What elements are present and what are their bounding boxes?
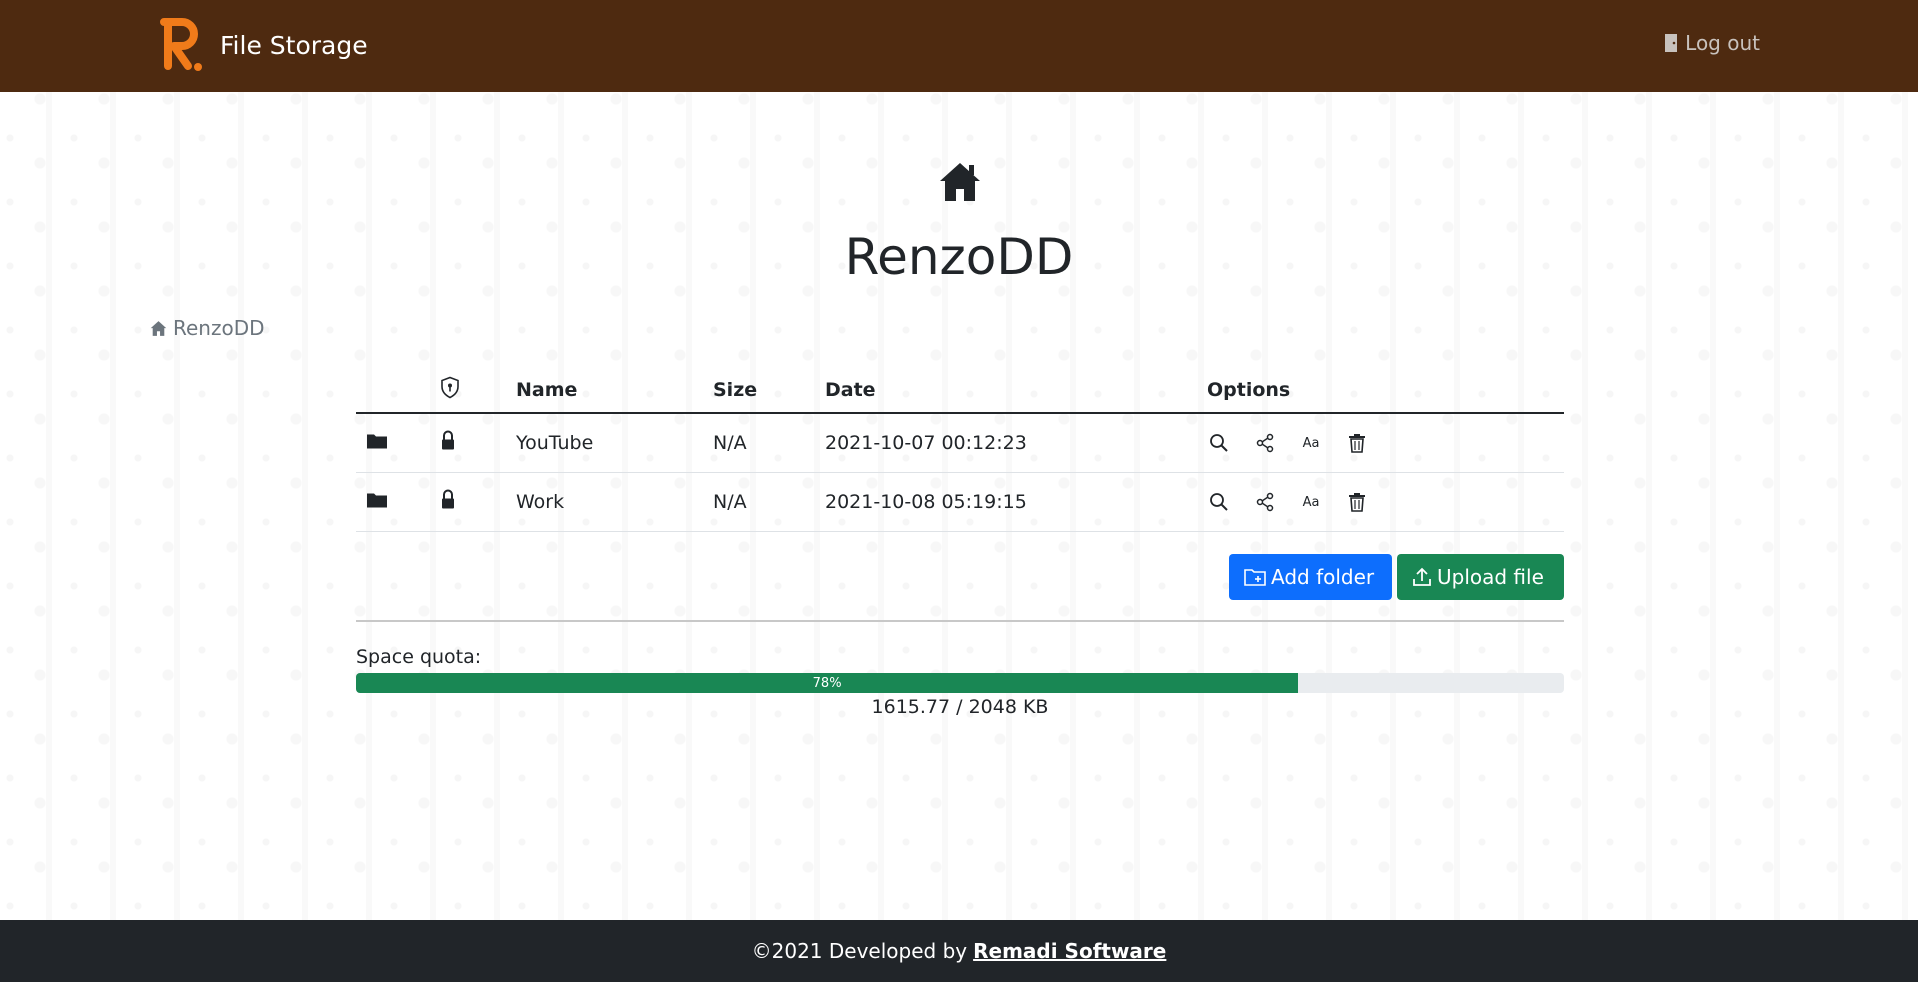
file-date: 2021-10-07 00:12:23 <box>825 432 1027 454</box>
brand-title: File Storage <box>220 30 368 60</box>
add-folder-label: Add folder <box>1271 565 1375 589</box>
quota-label: Space quota: <box>356 646 482 668</box>
file-size: N/A <box>713 432 747 454</box>
folder-plus-icon <box>1244 569 1266 586</box>
footer-text: ©2021 Developed by <box>751 939 968 963</box>
add-folder-button[interactable]: Add folder <box>1229 554 1392 600</box>
shield-icon <box>440 376 460 404</box>
footer-link[interactable]: Remadi Software <box>973 939 1166 963</box>
header-options: Options <box>1207 379 1291 401</box>
file-table: Name Size Date Options YouTube N/A 2021-… <box>356 368 1564 532</box>
brand[interactable]: File Storage <box>160 18 368 72</box>
file-name[interactable]: Work <box>516 491 564 513</box>
page-title: RenzoDD <box>844 228 1074 286</box>
table-header: Name Size Date Options <box>356 368 1564 414</box>
lock-icon <box>440 430 456 456</box>
file-date: 2021-10-08 05:19:15 <box>825 491 1027 513</box>
breadcrumb-label: RenzoDD <box>173 316 265 340</box>
upload-file-button[interactable]: Upload file <box>1397 554 1564 600</box>
logo-icon <box>160 18 202 71</box>
file-name[interactable]: YouTube <box>516 432 593 454</box>
logout-label: Log out <box>1685 31 1760 55</box>
home-icon <box>940 163 980 201</box>
quota-usage: 1615.77 / 2048 KB <box>871 696 1049 718</box>
door-icon <box>1665 34 1678 52</box>
action-bar: Add folder Upload file <box>356 536 1564 622</box>
header-name: Name <box>516 379 578 401</box>
folder-icon <box>366 491 388 514</box>
row-options: Aa <box>1207 490 1369 514</box>
trash-icon[interactable] <box>1345 490 1369 514</box>
share-icon[interactable] <box>1253 490 1277 514</box>
search-icon[interactable] <box>1207 431 1231 455</box>
share-icon[interactable] <box>1253 431 1277 455</box>
trash-icon[interactable] <box>1345 431 1369 455</box>
logout-link[interactable]: Log out <box>1663 31 1760 55</box>
quota-progress-fill: 78% <box>356 673 1299 693</box>
upload-file-label: Upload file <box>1437 565 1544 589</box>
file-size: N/A <box>713 491 747 513</box>
header-size: Size <box>713 379 758 401</box>
footer: ©2021 Developed by Remadi Software <box>0 920 1918 982</box>
home-icon <box>150 320 167 336</box>
folder-icon <box>366 432 388 455</box>
navbar: File Storage Log out <box>0 0 1918 92</box>
search-icon[interactable] <box>1207 490 1231 514</box>
rename-icon[interactable]: Aa <box>1299 490 1323 514</box>
header-date: Date <box>825 379 876 401</box>
quota-progress-bar: 78% <box>356 673 1564 693</box>
table-row[interactable]: YouTube N/A 2021-10-07 00:12:23 Aa <box>356 414 1564 473</box>
rename-icon[interactable]: Aa <box>1299 431 1323 455</box>
table-row[interactable]: Work N/A 2021-10-08 05:19:15 Aa <box>356 473 1564 532</box>
upload-icon <box>1413 567 1431 586</box>
lock-icon <box>440 489 456 515</box>
row-options: Aa <box>1207 431 1369 455</box>
breadcrumb[interactable]: RenzoDD <box>150 316 265 340</box>
